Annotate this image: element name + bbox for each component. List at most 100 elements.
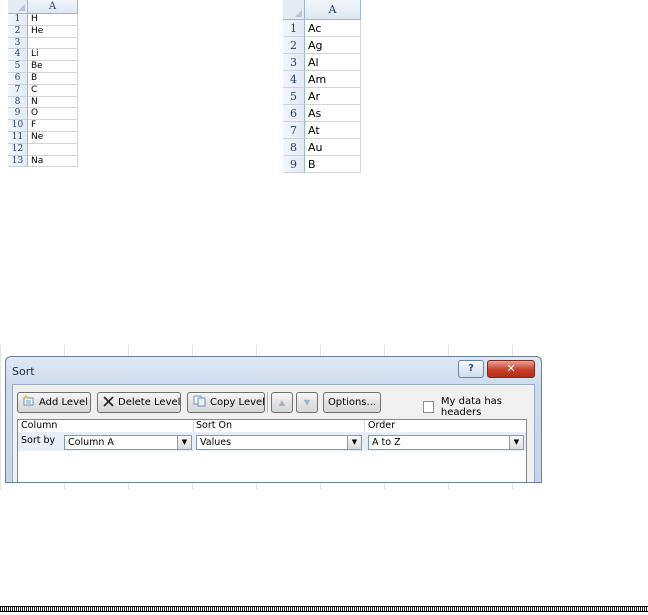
move-up-button[interactable]: ▲ — [271, 392, 293, 413]
cell[interactable]: Au — [305, 139, 361, 156]
row-number[interactable]: 8 — [8, 96, 28, 109]
sheet-row: 11 Ne — [8, 131, 78, 144]
move-down-icon: ▼ — [303, 398, 311, 407]
row-number[interactable]: 7 — [8, 84, 28, 97]
row-number[interactable]: 6 — [283, 105, 305, 122]
sheet-right: A 1 Ac 2 Ag 3 Al 4 Am 5 Ar 6 As 7 At 8 Au 9 B — [283, 0, 361, 173]
cell[interactable]: B — [305, 156, 361, 173]
sort-by-label: Sort by — [21, 435, 56, 446]
sheet-right-header: A — [283, 0, 361, 20]
cell[interactable]: Be — [28, 61, 78, 73]
row-number[interactable]: 4 — [283, 71, 305, 88]
chevron-down-icon[interactable]: ▼ — [347, 436, 361, 449]
cell[interactable]: Al — [305, 54, 361, 71]
sheet-row: 5 Ar — [283, 88, 361, 105]
row-number[interactable]: 12 — [8, 143, 28, 156]
sheet-left: A 1 H 2 He 3 4 Li 5 Be 6 B 7 C 8 N 9 O 10 F 11 Ne 12 13 Na — [8, 0, 78, 168]
add-level-label: Add Level — [39, 397, 88, 408]
cell[interactable]: As — [305, 105, 361, 122]
cell[interactable]: Ne — [28, 131, 78, 144]
copy-icon — [193, 395, 206, 410]
row-number[interactable]: 7 — [283, 122, 305, 139]
copy-level-label: Copy Level — [210, 397, 265, 408]
row-number[interactable]: 1 — [8, 14, 28, 26]
header-order: Order — [368, 420, 395, 431]
move-down-button[interactable]: ▼ — [296, 392, 318, 413]
cell[interactable]: Ac — [305, 20, 361, 37]
sort-on-select[interactable]: Values ▼ — [196, 435, 362, 450]
move-up-icon: ▲ — [278, 398, 286, 407]
cell[interactable]: O — [28, 108, 78, 121]
sheet-row: 10 F — [8, 120, 78, 132]
sort-level-row[interactable]: Sort by Column A ▼ Values ▼ A to Z ▼ — [18, 432, 526, 451]
row-number[interactable]: 4 — [8, 49, 28, 62]
row-number[interactable]: 2 — [283, 37, 305, 54]
sheet-row: 3 — [8, 37, 78, 50]
close-icon: ✕ — [506, 362, 516, 375]
sheet-row: 9B — [283, 156, 361, 173]
order-select[interactable]: A to Z ▼ — [368, 435, 524, 450]
sheet-row: 9O — [8, 108, 78, 121]
options-label: Options... — [327, 397, 377, 408]
sort-on-select-value: Values — [200, 437, 232, 448]
row-number[interactable]: 10 — [8, 120, 28, 132]
row-number[interactable]: 13 — [8, 155, 28, 168]
my-data-has-headers-checkbox[interactable]: My data has headers — [423, 396, 534, 418]
select-all-corner[interactable] — [8, 0, 28, 14]
add-level-button[interactable]: Add Level — [17, 392, 91, 413]
header-sort-on: Sort On — [196, 420, 232, 431]
help-button[interactable]: ? — [458, 360, 484, 378]
sheet-row: 6B — [8, 72, 78, 85]
cell[interactable]: Li — [28, 49, 78, 62]
row-number[interactable]: 5 — [283, 88, 305, 105]
add-level-icon — [23, 395, 35, 410]
row-number[interactable]: 2 — [8, 25, 28, 38]
sheet-row: 8N — [8, 96, 78, 109]
sort-dialog: Sort ? ✕ Add Level Delete Level Copy Lev… — [5, 356, 542, 483]
cell[interactable] — [28, 37, 78, 50]
cell[interactable]: N — [28, 96, 78, 109]
row-number[interactable]: 11 — [8, 131, 28, 144]
dialog-title: Sort — [12, 365, 35, 378]
column-select[interactable]: Column A ▼ — [64, 435, 192, 450]
row-number[interactable]: 5 — [8, 61, 28, 73]
sheet-row: 7 At — [283, 122, 361, 139]
column-header-a[interactable]: A — [305, 0, 361, 20]
cell[interactable] — [28, 143, 78, 156]
checkbox-box[interactable] — [423, 401, 434, 413]
toolbar-separator — [267, 392, 268, 413]
sheet-row: 12 — [8, 143, 78, 156]
page-bottom-edge — [0, 606, 648, 612]
cell[interactable]: F — [28, 120, 78, 132]
order-select-value: A to Z — [372, 437, 401, 448]
copy-level-button[interactable]: Copy Level — [187, 392, 265, 413]
cell[interactable]: Na — [28, 155, 78, 168]
close-button[interactable]: ✕ — [487, 360, 535, 378]
row-number[interactable]: 1 — [283, 20, 305, 37]
cell[interactable]: H — [28, 14, 78, 26]
row-number[interactable]: 6 — [8, 72, 28, 85]
delete-level-button[interactable]: Delete Level — [97, 392, 181, 413]
row-number[interactable]: 3 — [8, 37, 28, 50]
sort-levels-grid: Column Sort On Order Sort by Column A ▼ … — [17, 419, 527, 482]
checkbox-label: My data has headers — [440, 396, 502, 418]
select-all-corner[interactable] — [283, 0, 305, 20]
header-divider — [364, 420, 365, 432]
cell[interactable]: Ag — [305, 37, 361, 54]
column-header-a[interactable]: A — [28, 0, 78, 14]
cell[interactable]: Ar — [305, 88, 361, 105]
cell[interactable]: C — [28, 84, 78, 97]
cell[interactable]: He — [28, 25, 78, 38]
row-number[interactable]: 8 — [283, 139, 305, 156]
chevron-down-icon[interactable]: ▼ — [509, 436, 523, 449]
cell[interactable]: B — [28, 72, 78, 85]
delete-level-label: Delete Level — [118, 397, 181, 408]
options-button[interactable]: Options... — [323, 392, 381, 413]
row-number[interactable]: 3 — [283, 54, 305, 71]
chevron-down-icon[interactable]: ▼ — [177, 436, 191, 449]
cell[interactable]: At — [305, 122, 361, 139]
row-number[interactable]: 9 — [8, 108, 28, 121]
cell[interactable]: Am — [305, 71, 361, 88]
row-number[interactable]: 9 — [283, 156, 305, 173]
sheet-row: 6 As — [283, 105, 361, 122]
